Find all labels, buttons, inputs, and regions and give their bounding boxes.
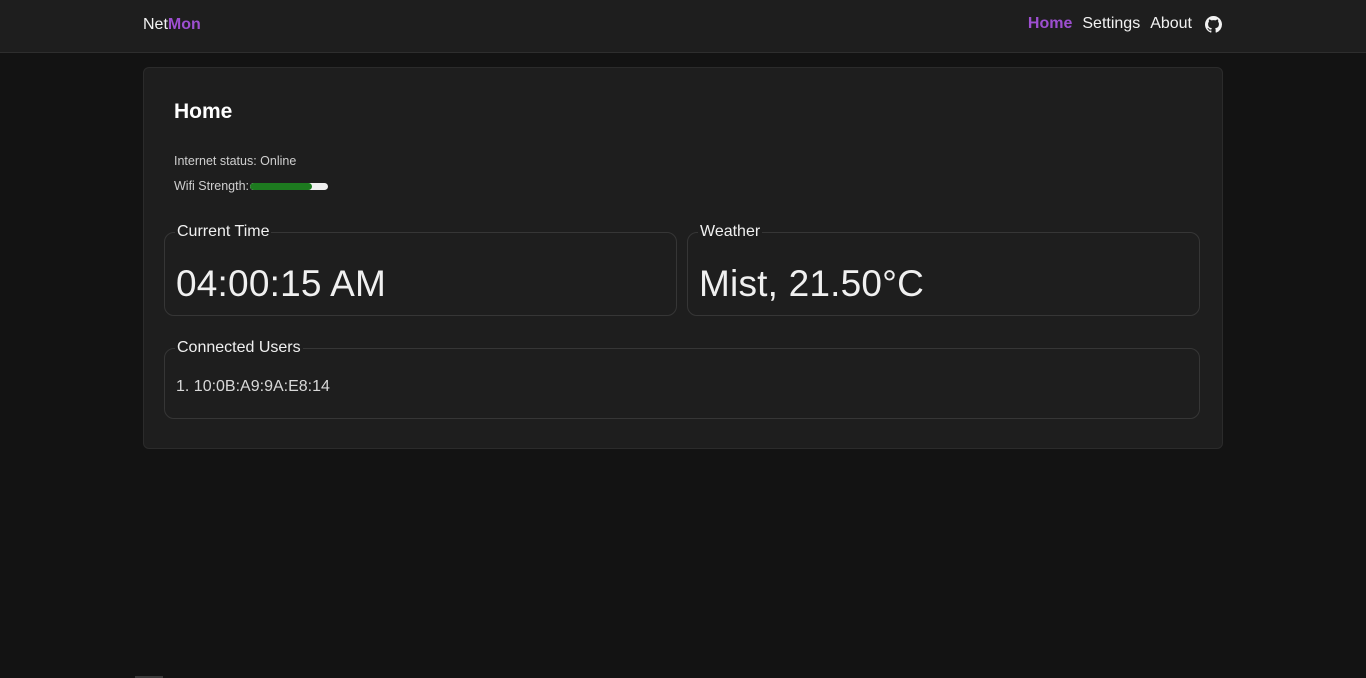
brand-prefix: Net: [143, 16, 168, 33]
navbar: NetMon Home Settings About: [0, 0, 1366, 53]
nav-link-settings[interactable]: Settings: [1082, 14, 1140, 34]
weather-value: Mist, 21.50°C: [699, 263, 925, 304]
internet-status: Internet status: Online: [174, 154, 297, 168]
connected-user-item: 1. 10:0B:A9:9A:E8:14: [176, 378, 330, 395]
current-time-value: 04:00:15 AM: [176, 263, 386, 304]
wifi-strength-fill: [250, 182, 313, 190]
wifi-strength-label: Wifi Strength:: [174, 179, 250, 193]
connected-users-panel: Connected Users 1. 10:0B:A9:9A:E8:14: [164, 339, 1200, 419]
brand-accent: Mon: [167, 16, 201, 33]
wifi-strength-bar: [250, 182, 329, 190]
nav-links: Home Settings About: [1028, 14, 1222, 34]
current-time-panel: Current Time 04:00:15 AM: [164, 223, 677, 316]
connected-users-list: 1. 10:0B:A9:9A:E8:14: [176, 378, 330, 396]
page-title: Home: [174, 100, 233, 123]
wifi-strength: Wifi Strength:: [174, 179, 329, 193]
github-icon[interactable]: [1205, 15, 1222, 33]
current-time-legend: Current Time: [177, 223, 270, 240]
connected-users-legend: Connected Users: [177, 339, 301, 356]
weather-legend: Weather: [700, 223, 761, 240]
brand-logo[interactable]: NetMon: [143, 15, 201, 35]
home-card: Home Internet status: Online Wifi Streng…: [143, 67, 1223, 449]
nav-link-about[interactable]: About: [1150, 14, 1192, 34]
nav-link-home[interactable]: Home: [1028, 14, 1072, 34]
weather-panel: Weather Mist, 21.50°C: [687, 223, 1200, 316]
